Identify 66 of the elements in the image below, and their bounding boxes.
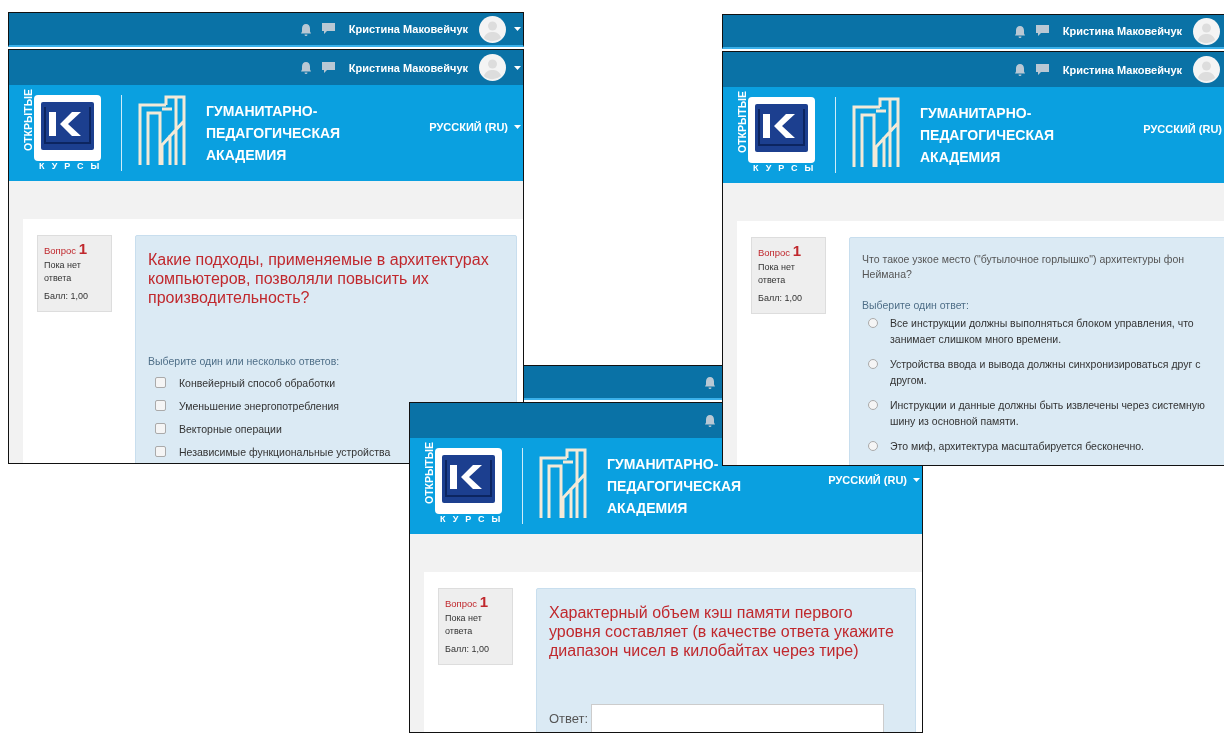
- option-label[interactable]: Устройства ввода и вывода должны синхронизироваться друг с другом.: [890, 356, 1220, 388]
- option-label[interactable]: Инструкции и данные должны быть извлечены через системную шину из основной памяти.: [890, 397, 1220, 429]
- logo-text: ОТКРЫТЫЕ: [737, 91, 748, 153]
- user-name[interactable]: Кристина Маковейчук: [348, 61, 468, 74]
- option-label[interactable]: Независимые функциональные устройства: [179, 445, 391, 458]
- question-text: Какие подходы, применяемые в архитектурах компьютеров, позволяли повысить их производительность?: [148, 250, 490, 307]
- question-number: Вопрос 1: [758, 244, 803, 259]
- logo-text: КУРСЫ: [39, 161, 107, 171]
- option-label[interactable]: Конвейерный способ обработки: [179, 376, 336, 389]
- caret-icon[interactable]: [514, 125, 521, 129]
- checkbox[interactable]: [155, 400, 166, 411]
- answer-status: Пока нет ответа: [44, 259, 82, 285]
- logo-text: ОТКРЫТЫЕ: [424, 442, 435, 504]
- caret-icon[interactable]: [913, 478, 920, 482]
- question-number: Вопрос 1: [44, 242, 89, 257]
- question-number: Вопрос 1: [445, 595, 490, 610]
- caret-icon[interactable]: [514, 27, 521, 31]
- question-grade: Балл: 1,00: [44, 290, 89, 303]
- chat-icon[interactable]: [321, 23, 335, 35]
- chat-icon[interactable]: [1035, 25, 1049, 37]
- logo-icon: [748, 97, 815, 163]
- logo-text: КУРСЫ: [753, 163, 821, 173]
- academy-name: ГУМАНИТАРНО- ПЕДАГОГИЧЕСКАЯ АКАДЕМИЯ: [206, 102, 341, 165]
- radio-button[interactable]: [868, 318, 878, 328]
- academy-name: ГУМАНИТАРНО- ПЕДАГОГИЧЕСКАЯ АКАДЕМИЯ: [920, 104, 1055, 167]
- bell-icon[interactable]: [1013, 24, 1026, 38]
- checkbox[interactable]: [155, 377, 166, 388]
- answer-label: Ответ:: [549, 711, 589, 726]
- option-label[interactable]: Это миф, архитектура масштабируется бесконечно.: [890, 438, 1220, 454]
- radio-button[interactable]: [868, 400, 878, 410]
- radio-button[interactable]: [868, 359, 878, 369]
- logo-icon: [34, 95, 101, 161]
- avatar-icon[interactable]: [1193, 56, 1220, 83]
- checkbox[interactable]: [155, 446, 166, 457]
- bell-icon[interactable]: [299, 22, 312, 36]
- academy-name: ГУМАНИТАРНО- ПЕДАГОГИЧЕСКАЯ АКАДЕМИЯ: [607, 455, 742, 518]
- avatar-icon[interactable]: [1193, 17, 1220, 45]
- bell-icon[interactable]: [704, 414, 716, 427]
- caret-icon[interactable]: [514, 65, 521, 70]
- question-grade: Балл: 1,00: [445, 643, 490, 656]
- answer-status: Пока нет ответа: [758, 261, 796, 287]
- radio-button[interactable]: [868, 441, 878, 451]
- answer-field[interactable]: [591, 704, 885, 732]
- user-name[interactable]: Кристина Маковейчук: [1062, 63, 1182, 76]
- question-text: Характерный объем кэш памяти первого уровня составляет (в качестве ответа укажите диапазон чисел в килобайтах через тире): [549, 603, 895, 660]
- bell-icon[interactable]: [704, 375, 716, 389]
- question-text: Что такое узкое место ("бутылочное горлышко") архитектуры фон Неймана?: [862, 252, 1185, 282]
- answer-status: Пока нет ответа: [445, 612, 483, 638]
- question-grade: Балл: 1,00: [758, 292, 803, 305]
- logo-text: КУРСЫ: [440, 514, 508, 524]
- user-name[interactable]: Кристина Маковейчук: [1062, 25, 1182, 37]
- user-name[interactable]: Кристина Маковейчук: [348, 23, 468, 35]
- logo-text: ОТКРЫТЫЕ: [23, 89, 34, 151]
- avatar-icon[interactable]: [479, 54, 506, 81]
- option-label[interactable]: Векторные операции: [179, 422, 282, 435]
- answer-prompt: Выберите один или несколько ответов:: [148, 355, 341, 367]
- answer-prompt: Выберите один ответ:: [862, 299, 970, 311]
- avatar-icon[interactable]: [479, 15, 506, 43]
- option-label[interactable]: Уменьшение энергопотребления: [179, 399, 339, 412]
- checkbox[interactable]: [155, 423, 166, 434]
- bell-icon[interactable]: [299, 61, 312, 74]
- logo-icon: [435, 448, 502, 514]
- chat-icon[interactable]: [321, 61, 335, 74]
- option-label[interactable]: Все инструкции должны выполняться блоком управления, что занимает слишком много времени.: [890, 315, 1220, 347]
- bell-icon[interactable]: [1013, 63, 1026, 76]
- chat-icon[interactable]: [1035, 63, 1049, 76]
